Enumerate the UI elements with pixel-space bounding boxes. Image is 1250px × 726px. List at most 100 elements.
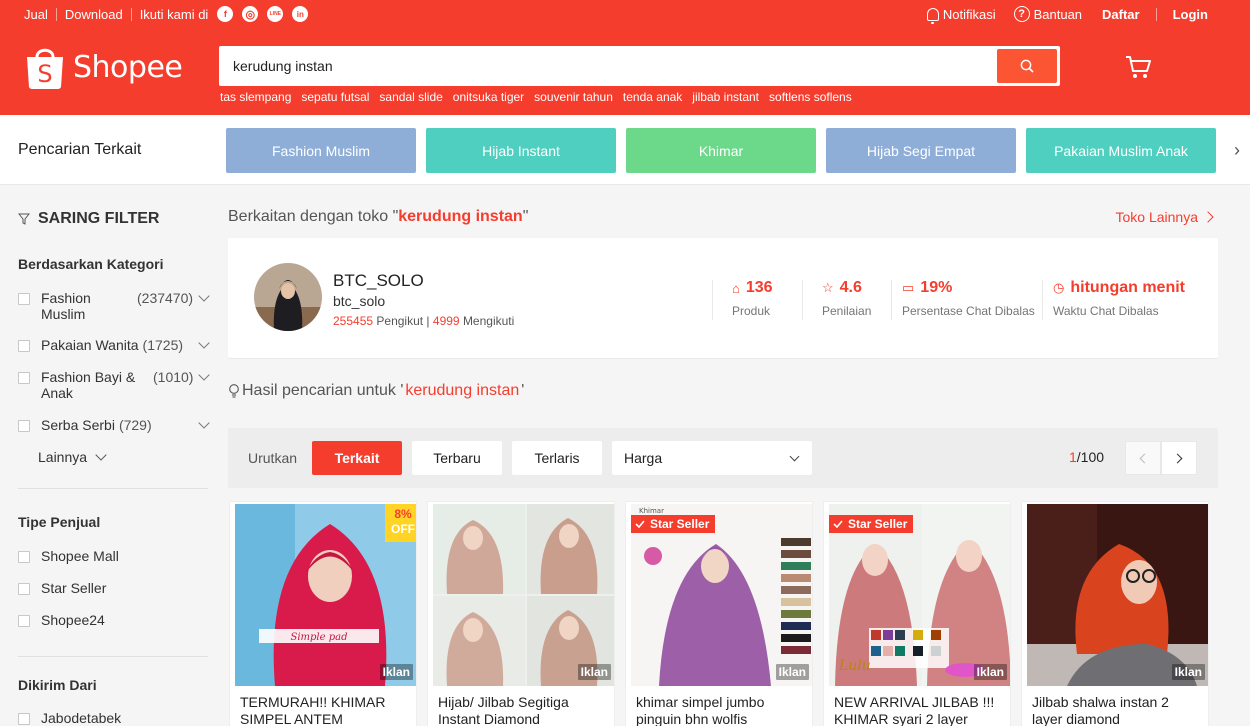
prev-page-button[interactable] xyxy=(1125,441,1161,475)
category-option[interactable]: Serba Serbi (729) xyxy=(18,417,210,433)
product-card[interactable]: Iklan Jilbab shalwa instan 2 layer diamo… xyxy=(1021,501,1209,726)
sort-bestselling-button[interactable]: Terlaris xyxy=(512,441,602,475)
shop-name[interactable]: BTC_SOLO xyxy=(333,271,424,291)
search-input[interactable] xyxy=(219,46,989,86)
product-image[interactable]: Simple pad 8% OFF Iklan xyxy=(235,504,416,686)
follow-label: Ikuti kami di xyxy=(139,6,209,22)
category-option[interactable]: Fashion Muslim (237470) xyxy=(18,290,210,322)
seller-option[interactable]: Shopee24 xyxy=(18,612,208,628)
category-count: (237470) xyxy=(137,290,194,306)
stat-label: Produk xyxy=(732,304,771,318)
bell-icon xyxy=(926,7,939,24)
line-icon[interactable]: LINE xyxy=(267,6,284,22)
product-image[interactable]: Iklan xyxy=(1027,504,1208,686)
product-name[interactable]: TERMURAH!! KHIMAR SIMPEL ANTEM xyxy=(240,694,410,726)
search-suggestion[interactable]: tenda anak xyxy=(623,90,682,104)
clock-icon: ◷ xyxy=(1053,280,1065,295)
checkbox[interactable] xyxy=(18,551,30,563)
notifications-label: Notifikasi xyxy=(942,6,996,22)
search-suggestion[interactable]: softlens soflens xyxy=(769,90,852,104)
price-sort-select[interactable]: Harga xyxy=(612,441,812,475)
shop-card[interactable]: BTC_SOLO btc_solo 255455 Pengikut | 4999… xyxy=(228,238,1218,358)
search-suggestion[interactable]: sepatu futsal xyxy=(301,90,369,104)
header: Jual Download Ikuti kami di f ◎ LINE in … xyxy=(0,0,1250,115)
search-suggestion[interactable]: souvenir tahun xyxy=(534,90,613,104)
search-suggestion[interactable]: onitsuka tiger xyxy=(453,90,524,104)
search-suggestion[interactable]: sandal slide xyxy=(379,90,442,104)
related-chip[interactable]: Hijab Segi Empat xyxy=(826,128,1016,173)
chevron-down-icon xyxy=(789,451,800,462)
chevron-right-icon[interactable]: › xyxy=(1228,139,1246,161)
divider xyxy=(18,488,208,489)
register-link[interactable]: Daftar xyxy=(1102,7,1140,22)
category-label: Fashion Bayi & Anak xyxy=(41,369,136,401)
login-link[interactable]: Login xyxy=(1173,7,1208,22)
topbar-left: Jual Download Ikuti kami di f ◎ LINE in xyxy=(24,5,309,23)
checkbox[interactable] xyxy=(18,372,30,384)
product-image[interactable]: Khimar Star Seller Iklan xyxy=(631,504,812,686)
seller-label: Shopee Mall xyxy=(41,548,119,564)
stat-label: Waktu Chat Dibalas xyxy=(1053,304,1159,318)
product-image[interactable]: Lulu Star Seller Iklan xyxy=(829,504,1010,686)
followers-label: Pengikut xyxy=(376,314,424,328)
checkbox[interactable] xyxy=(18,420,30,432)
divider xyxy=(1155,7,1157,21)
stat-value: hitungan menit xyxy=(1070,279,1185,296)
next-page-button[interactable] xyxy=(1161,441,1197,475)
page-total: /100 xyxy=(1076,449,1105,465)
category-option[interactable]: Fashion Bayi & Anak (1010) xyxy=(18,369,210,401)
divider xyxy=(802,280,803,320)
sort-newest-button[interactable]: Terbaru xyxy=(412,441,502,475)
instagram-icon[interactable]: ◎ xyxy=(242,6,259,22)
checkbox[interactable] xyxy=(18,340,30,352)
seller-option[interactable]: Shopee Mall xyxy=(18,548,208,564)
shopee-logo[interactable]: S Shopee xyxy=(24,42,183,92)
product-card[interactable]: Khimar Star Seller Iklan khimar simpel j… xyxy=(625,501,813,726)
notifications-link[interactable]: Notifikasi xyxy=(926,6,996,24)
product-card[interactable]: Iklan Hijab/ Jilbab Segitiga Instant Dia… xyxy=(427,501,615,726)
shop-avatar[interactable] xyxy=(254,263,322,331)
product-card[interactable]: Simple pad 8% OFF Iklan TERMURAH!! KHIMAR… xyxy=(229,501,417,726)
product-name[interactable]: Hijab/ Jilbab Segitiga Instant Diamond xyxy=(438,694,608,726)
product-name[interactable]: NEW ARRIVAL JILBAB !!! KHIMAR syari 2 la… xyxy=(834,694,1004,726)
chevron-down-icon[interactable] xyxy=(198,290,210,302)
seller-option[interactable]: Star Seller xyxy=(18,580,208,596)
category-title: Berdasarkan Kategori xyxy=(18,256,164,272)
product-overlay-text: Simple pad xyxy=(291,632,348,643)
help-link[interactable]: ? Bantuan xyxy=(1013,6,1082,22)
product-card[interactable]: Lulu Star Seller Iklan NEW ARRIVAL JILBA… xyxy=(823,501,1011,726)
category-label: Serba Serbi xyxy=(41,417,115,433)
category-option[interactable]: Pakaian Wanita (1725) xyxy=(18,337,210,353)
search-suggestion[interactable]: tas slempang xyxy=(220,90,291,104)
download-link[interactable]: Download xyxy=(65,7,123,22)
related-chip[interactable]: Khimar xyxy=(626,128,816,173)
search-icon xyxy=(1020,59,1034,73)
ship-option[interactable]: Jabodetabek xyxy=(18,710,208,726)
ship-from-title: Dikirim Dari xyxy=(18,677,97,693)
linkedin-icon[interactable]: in xyxy=(292,6,309,22)
product-name[interactable]: khimar simpel jumbo pinguin bhn wolfis xyxy=(636,694,806,726)
more-categories-button[interactable]: Lainnya xyxy=(38,449,107,465)
product-name[interactable]: Jilbab shalwa instan 2 layer diamond xyxy=(1032,694,1202,726)
facebook-icon[interactable]: f xyxy=(217,6,234,22)
related-chip[interactable]: Fashion Muslim xyxy=(226,128,416,173)
cart-icon[interactable] xyxy=(1124,53,1152,81)
chevron-down-icon[interactable] xyxy=(198,337,210,349)
sell-link[interactable]: Jual xyxy=(24,7,48,22)
sort-relevance-button[interactable]: Terkait xyxy=(312,441,402,475)
related-chip[interactable]: Hijab Instant xyxy=(426,128,616,173)
chevron-down-icon[interactable] xyxy=(198,369,210,381)
checkbox[interactable] xyxy=(18,713,30,725)
product-image[interactable]: Iklan xyxy=(433,504,614,686)
chevron-down-icon[interactable] xyxy=(198,417,210,429)
help-icon: ? xyxy=(1013,6,1030,22)
search-suggestion[interactable]: jilbab instant xyxy=(692,90,759,104)
search-button[interactable] xyxy=(997,49,1057,83)
checkbox[interactable] xyxy=(18,615,30,627)
checkbox[interactable] xyxy=(18,293,30,305)
checkbox[interactable] xyxy=(18,583,30,595)
search-bar xyxy=(219,46,1060,86)
related-chip[interactable]: Pakaian Muslim Anak xyxy=(1026,128,1216,173)
topbar-right: Notifikasi ? Bantuan Daftar Login xyxy=(909,5,1208,24)
more-shops-link[interactable]: Toko Lainnya xyxy=(1115,209,1214,225)
